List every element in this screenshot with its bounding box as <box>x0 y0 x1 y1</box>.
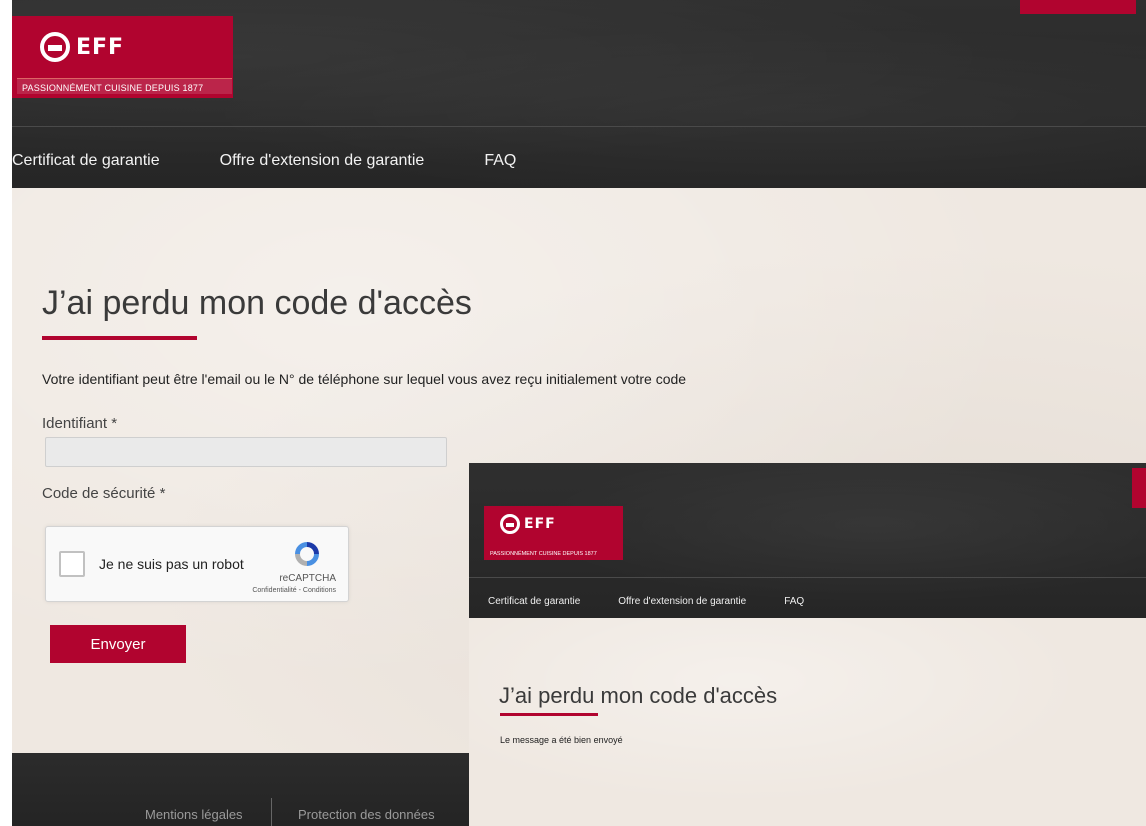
confirmation-screenshot: EFF PASSIONNÉMENT CUISINE DEPUIS 1877 Ce… <box>469 463 1146 826</box>
footer-divider <box>271 798 272 826</box>
confirmation-title: J’ai perdu mon code d'accès <box>499 683 778 708</box>
recaptcha-brand: reCAPTCHA <box>279 573 336 584</box>
site-header: EFF PASSIONNÉMENT CUISINE DEPUIS 1877 Ce… <box>12 0 1146 188</box>
recaptcha-widget: Je ne suis pas un robot reCAPTCHA Confid… <box>45 526 349 602</box>
nav-item-faq[interactable]: FAQ <box>484 152 516 170</box>
confirmation-logo-mark: EFF <box>500 514 556 534</box>
identifiant-label: Identifiant * <box>42 415 118 432</box>
logo-text: EFF <box>76 34 125 60</box>
footer-link-mentions[interactable]: Mentions légales <box>145 807 243 822</box>
identifiant-input[interactable] <box>45 437 447 467</box>
main-nav: Certificat de garantie Offre d'extension… <box>12 152 576 170</box>
confirmation-red-tab <box>1132 468 1146 508</box>
confirmation-logo-text: EFF <box>524 516 556 532</box>
confirmation-content: J’ai perdu mon code d'accès Le message a… <box>469 618 1146 826</box>
recaptcha-label: Je ne suis pas un robot <box>99 556 244 572</box>
recaptcha-checkbox[interactable] <box>59 551 85 577</box>
security-code-label: Code de sécurité * <box>42 485 166 502</box>
nav-item-extension[interactable]: Offre d'extension de garantie <box>220 152 425 170</box>
confirmation-nav-faq[interactable]: FAQ <box>784 596 804 607</box>
confirmation-header: EFF PASSIONNÉMENT CUISINE DEPUIS 1877 Ce… <box>469 463 1146 618</box>
recaptcha-links[interactable]: Confidentialité - Conditions <box>252 587 336 594</box>
logo-mark: EFF <box>40 29 124 65</box>
recaptcha-icon <box>295 542 319 566</box>
confirmation-header-divider <box>469 577 1146 578</box>
omega-icon <box>40 32 70 62</box>
confirmation-nav-certificat[interactable]: Certificat de garantie <box>488 596 580 607</box>
confirmation-logo-tagline: PASSIONNÉMENT CUISINE DEPUIS 1877 <box>490 551 597 557</box>
neff-logo[interactable]: EFF PASSIONNÉMENT CUISINE DEPUIS 1877 <box>12 16 233 98</box>
title-underline <box>42 336 197 340</box>
confirmation-neff-logo[interactable]: EFF PASSIONNÉMENT CUISINE DEPUIS 1877 <box>484 506 623 560</box>
top-red-tab <box>1020 0 1136 14</box>
form-description: Votre identifiant peut être l'email ou l… <box>42 371 687 387</box>
send-button[interactable]: Envoyer <box>50 625 186 663</box>
header-divider <box>12 126 1146 127</box>
confirmation-nav-extension[interactable]: Offre d'extension de garantie <box>618 596 746 607</box>
logo-tagline: PASSIONNÉMENT CUISINE DEPUIS 1877 <box>22 83 204 93</box>
confirmation-title-underline <box>500 713 598 716</box>
confirmation-nav: Certificat de garantie Offre d'extension… <box>488 596 842 607</box>
footer-link-protection[interactable]: Protection des données <box>298 807 435 822</box>
page-title: J’ai perdu mon code d'accès <box>42 284 472 322</box>
nav-item-certificat[interactable]: Certificat de garantie <box>12 152 160 170</box>
omega-icon <box>500 514 520 534</box>
confirmation-message: Le message a été bien envoyé <box>500 735 623 745</box>
